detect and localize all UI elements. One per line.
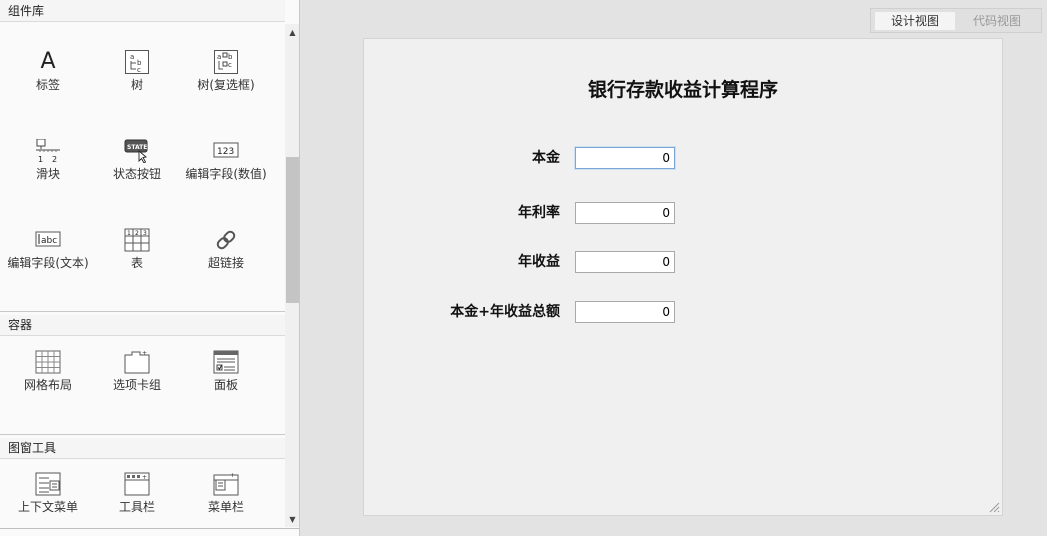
hyperlink-icon [213,228,239,252]
component-tree[interactable]: abc 树 [92,50,182,92]
tab-design-view[interactable]: 设计视图 [875,12,955,30]
menubar-icon: + [213,472,239,496]
component-menubar-text: 菜单栏 [207,500,244,514]
component-slider[interactable]: 12 滑块 [3,139,93,181]
component-hyperlink[interactable]: 超链接 [181,228,271,270]
scrollbar-thumb[interactable] [286,157,299,303]
component-context-menu-text: 上下文菜单 [17,500,78,514]
tab-group-icon: + [124,350,150,374]
principal-label[interactable]: 本金 [400,147,560,169]
library-bottom-border [0,528,299,529]
component-library-panel: 组件库 A 标签 abc 树 abc 树(复选框) 12 滑块 STATE 状态… [0,0,300,536]
form-title[interactable]: 银行存款收益计算程序 [364,75,1002,102]
component-text-field-text: 编辑字段(文本) [7,256,89,270]
scroll-up-icon[interactable]: ▲ [285,26,299,40]
tab-code-view[interactable]: 代码视图 [957,12,1037,30]
label-text-icon: A [40,49,56,74]
svg-text:b: b [228,53,233,61]
library-scrollbar[interactable]: ▲ ▼ [285,24,299,527]
component-hyperlink-text: 超链接 [207,256,244,270]
component-tab-group-text: 选项卡组 [112,378,161,392]
svg-text:123: 123 [217,147,234,157]
svg-text:a: a [217,53,221,61]
section-title-figure-tools: 图窗工具 [0,438,285,459]
component-context-menu[interactable]: 上下文菜单 [3,472,93,514]
svg-text:3: 3 [143,230,147,237]
annual-rate-label[interactable]: 年利率 [400,202,560,224]
component-label-text: 标签 [35,78,60,92]
svg-text:abc: abc [41,236,57,246]
state-button-icon: STATE [124,139,150,163]
library-title: 组件库 [0,0,285,22]
context-menu-icon [35,472,61,496]
svg-text:c: c [137,66,141,74]
component-state-button[interactable]: STATE 状态按钮 [92,139,182,181]
total-amount-input[interactable]: 0 [575,301,675,323]
svg-text:a: a [130,53,134,61]
component-menubar[interactable]: + 菜单栏 [181,472,271,514]
svg-text:+: + [230,472,235,479]
numeric-field-icon: 123 [213,139,239,163]
toolbar-icon: + [124,472,150,496]
section-title-containers: 容器 [0,315,285,336]
section-divider [0,434,285,435]
component-table[interactable]: 123 表 [92,228,182,270]
svg-text:STATE: STATE [127,144,147,151]
table-icon: 123 [124,228,150,252]
grid-layout-icon [35,350,61,374]
annual-income-input[interactable]: 0 [575,251,675,273]
scroll-down-icon[interactable]: ▼ [285,513,299,527]
component-numeric-field[interactable]: 123 编辑字段(数值) [181,139,271,181]
principal-input[interactable]: 0 [575,147,675,169]
svg-text:2: 2 [135,230,139,237]
svg-text:1: 1 [38,155,43,163]
panel-icon [213,350,239,374]
checkbox-tree-icon: abc [213,50,239,74]
component-table-text: 表 [130,256,143,270]
component-state-button-text: 状态按钮 [112,167,161,181]
svg-text:2: 2 [52,155,57,163]
component-checkbox-tree-text: 树(复选框) [197,78,255,92]
component-label[interactable]: A 标签 [3,49,93,93]
design-canvas[interactable]: 银行存款收益计算程序 本金 0 年利率 0 年收益 0 本金+年收益总额 0 [363,38,1003,516]
total-amount-label[interactable]: 本金+年收益总额 [400,301,560,323]
tree-icon: abc [124,50,150,74]
component-slider-text: 滑块 [35,167,60,181]
component-text-field[interactable]: abc 编辑字段(文本) [3,228,93,270]
component-toolbar-text: 工具栏 [118,500,155,514]
annual-rate-input[interactable]: 0 [575,202,675,224]
section-divider [0,311,285,312]
component-grid-layout[interactable]: 网格布局 [3,350,93,392]
text-field-icon: abc [35,228,61,252]
svg-text:c: c [228,61,232,69]
annual-income-label[interactable]: 年收益 [400,251,560,273]
svg-text:1: 1 [127,230,131,237]
component-grid-layout-text: 网格布局 [23,378,72,392]
component-numeric-field-text: 编辑字段(数值) [185,167,267,181]
slider-icon: 12 [35,139,61,163]
component-checkbox-tree[interactable]: abc 树(复选框) [181,50,271,92]
view-toggle: 设计视图 代码视图 [870,8,1042,33]
svg-text:+: + [142,350,147,357]
component-tree-text: 树 [130,78,143,92]
svg-text:+: + [142,474,147,481]
component-tab-group[interactable]: + 选项卡组 [92,350,182,392]
resize-grip-icon[interactable] [988,501,1000,513]
component-toolbar[interactable]: + 工具栏 [92,472,182,514]
component-panel[interactable]: 面板 [181,350,271,392]
component-panel-text: 面板 [213,378,238,392]
